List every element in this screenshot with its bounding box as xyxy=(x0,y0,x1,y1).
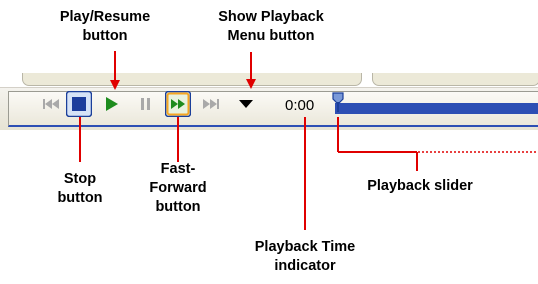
show-menu-arrow xyxy=(246,79,256,89)
stop-callout: Stop button xyxy=(57,171,103,206)
fast-forward-callout: Fast- Forward button xyxy=(149,161,207,215)
playback-slider-callout: Playback slider xyxy=(367,178,473,194)
playback-time-callout: Playback Time indicator xyxy=(254,239,356,274)
play-resume-arrow xyxy=(110,80,120,90)
